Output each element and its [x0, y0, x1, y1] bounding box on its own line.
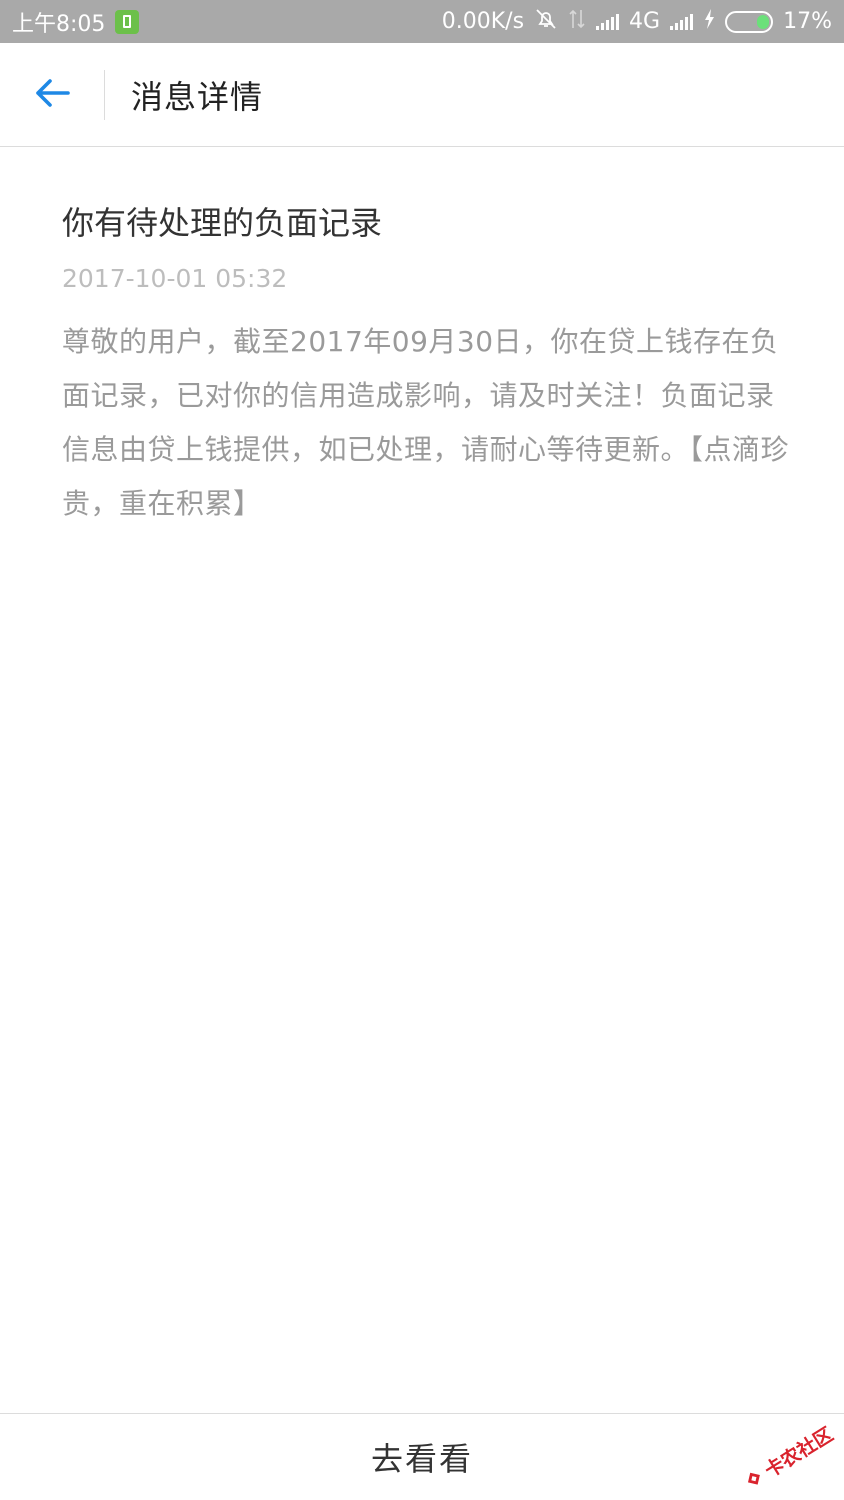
back-arrow-icon [34, 78, 70, 112]
status-bar: 上午8:05 0.00K/s 4G 17% [0, 0, 844, 43]
message-timestamp: 2017-10-01 05:32 [62, 264, 288, 293]
bottom-action-bar: 去看看 [0, 1413, 844, 1500]
app-notification-icon [115, 9, 140, 34]
status-bar-right: 0.00K/s 4G 17% [442, 7, 832, 37]
go-check-button[interactable]: 去看看 [371, 1434, 473, 1480]
mute-bell-icon [534, 7, 558, 37]
back-button[interactable] [0, 43, 104, 147]
network-type: 4G [629, 9, 661, 34]
data-arrows-icon [568, 8, 586, 36]
battery-level [757, 14, 770, 29]
signal-icon [670, 13, 694, 30]
charging-icon [703, 8, 715, 36]
signal-icon [596, 13, 620, 30]
app-header: 消息详情 [0, 43, 844, 147]
status-bar-left: 上午8:05 [12, 6, 140, 38]
message-detail: 你有待处理的负面记录 2017-10-01 05:32 尊敬的用户，截至2017… [62, 147, 792, 531]
header-divider [104, 69, 105, 120]
net-speed: 0.00K/s [441, 9, 525, 34]
message-body: 尊敬的用户，截至2017年09月30日，你在贷上钱存在负面记录，已对你的信用造成… [62, 325, 790, 520]
status-time: 上午8:05 [12, 11, 106, 37]
battery-icon [725, 10, 774, 33]
battery-percent: 17% [783, 9, 832, 34]
page-title: 消息详情 [131, 77, 264, 116]
message-title: 你有待处理的负面记录 [62, 204, 383, 242]
